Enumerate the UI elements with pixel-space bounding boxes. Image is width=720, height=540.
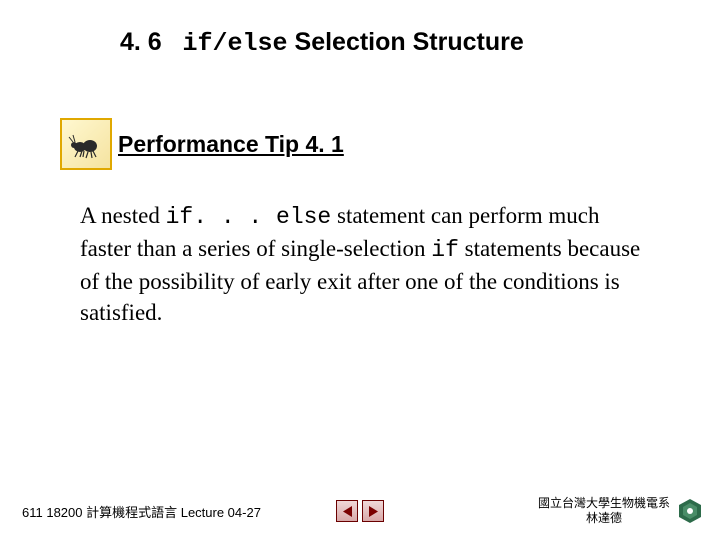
slide-title: 4. 6 if/else Selection Structure (120, 28, 660, 58)
title-rest: Selection Structure (288, 28, 524, 56)
affiliation-text: 國立台灣大學生物機電系 林達德 (538, 496, 670, 526)
next-button[interactable] (362, 500, 384, 522)
affil-line2: 林達德 (538, 511, 670, 526)
body-paragraph: A nested if. . . else statement can perf… (80, 200, 650, 328)
slide: 4. 6 if/else Selection Structure Perform… (0, 0, 720, 540)
triangle-right-icon (368, 505, 379, 518)
footer-right: 國立台灣大學生物機電系 林達德 (538, 496, 704, 526)
triangle-left-icon (342, 505, 353, 518)
body-c1: if. . . else (166, 204, 332, 230)
prev-button[interactable] (336, 500, 358, 522)
tip-title: Performance Tip 4. 1 (118, 131, 344, 158)
university-logo-icon (676, 497, 704, 525)
footer: 611 18200 計算機程式語言 Lecture 04-27 國立台灣大學生物… (0, 496, 720, 526)
footer-left-text: 611 18200 計算機程式語言 Lecture 04-27 (22, 502, 261, 521)
body-t1: A nested (80, 203, 166, 228)
body-c2: if (431, 237, 459, 263)
tip-header: Performance Tip 4. 1 (60, 118, 660, 170)
title-code: if/else (183, 29, 288, 58)
nav-buttons (336, 500, 384, 522)
performance-tip-icon (60, 118, 112, 170)
section-number: 4. 6 (120, 28, 162, 56)
affil-line1: 國立台灣大學生物機電系 (538, 496, 670, 511)
